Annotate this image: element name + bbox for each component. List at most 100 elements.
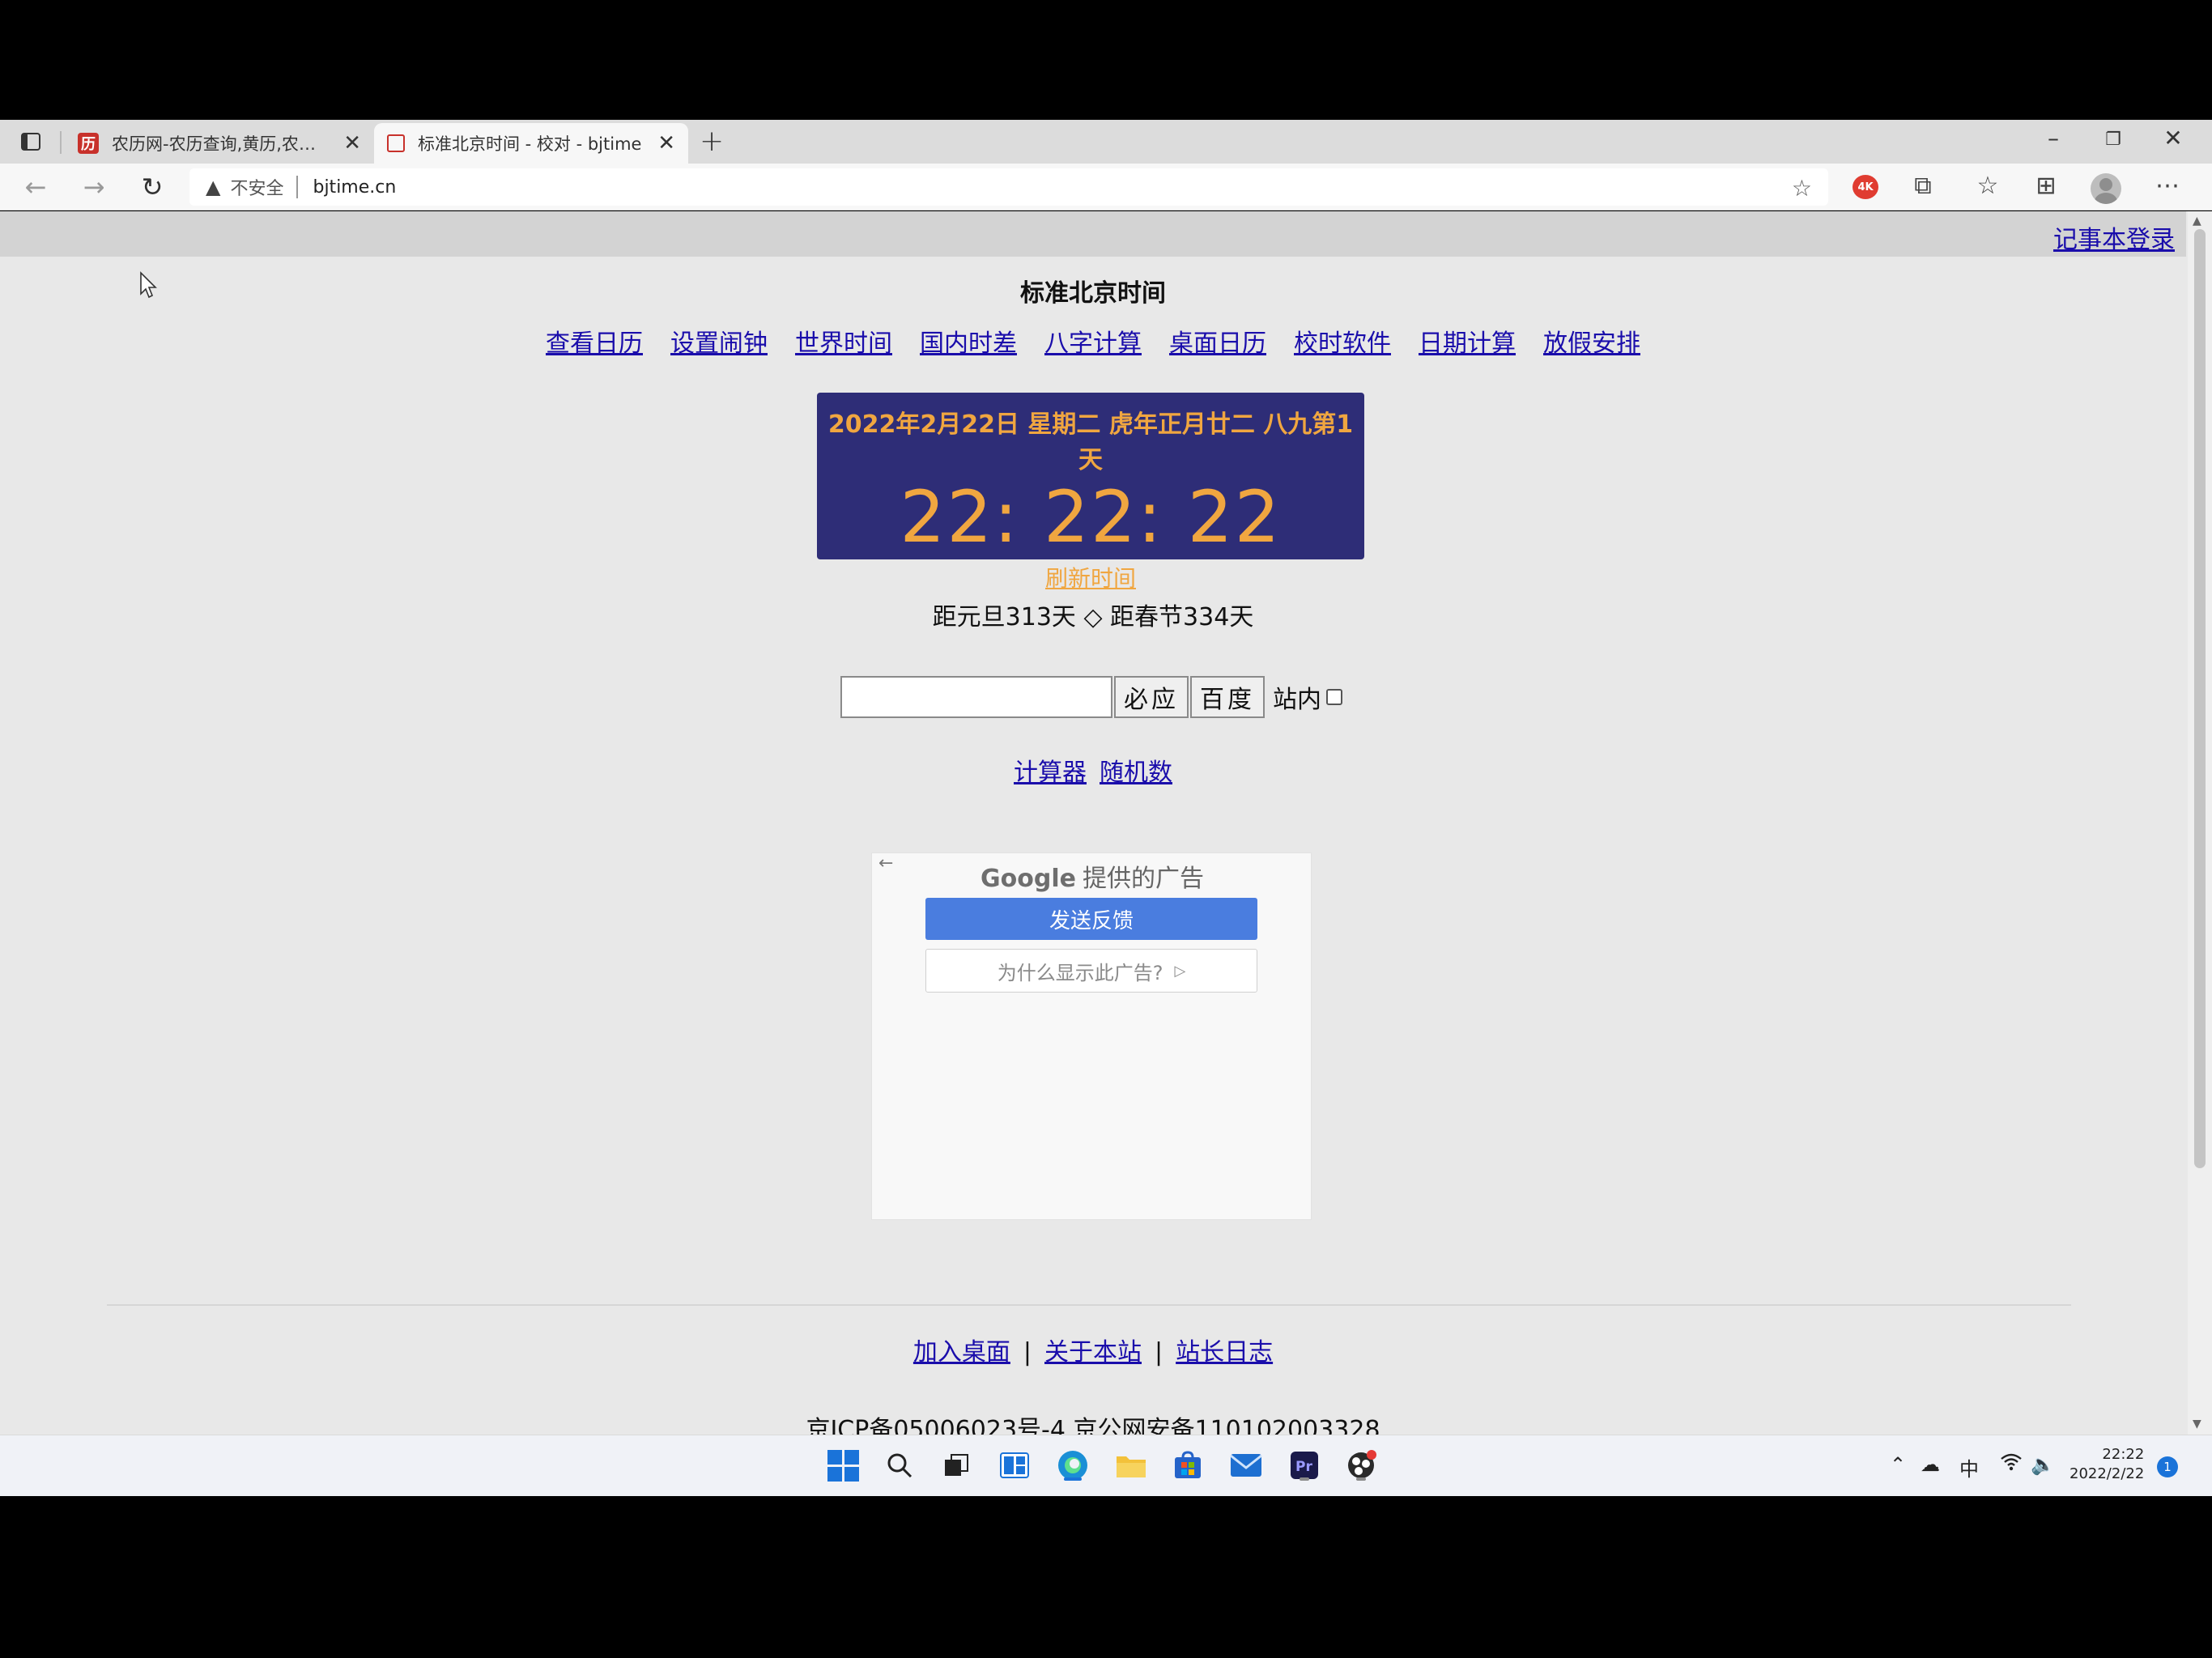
site-search-label: 站内 bbox=[1273, 686, 1321, 714]
nav-link-calendar[interactable]: 查看日历 bbox=[546, 323, 643, 359]
premiere-pro-icon[interactable]: Pr bbox=[1286, 1447, 1323, 1484]
widgets-icon[interactable] bbox=[996, 1447, 1033, 1484]
tab-separator bbox=[60, 131, 62, 154]
baidu-search-button[interactable]: 百度 bbox=[1190, 676, 1265, 718]
screen: 历 农历网-农历查询,黄历,农历日历, ✕ 标准北京时间 - 校对 - bjti… bbox=[0, 0, 2212, 1658]
google-wordmark: Google bbox=[981, 865, 1076, 893]
nav-link-time-sync-software[interactable]: 校时软件 bbox=[1294, 323, 1391, 359]
tab-title: 农历网-农历查询,黄历,农历日历, bbox=[112, 134, 333, 154]
system-time: 22:22 bbox=[2102, 1446, 2145, 1463]
search-form: 必应 百度 站内 bbox=[840, 676, 1342, 718]
scroll-up-icon[interactable]: ▲ bbox=[2193, 215, 2201, 227]
clock-favicon-icon bbox=[387, 134, 405, 152]
restore-icon[interactable]: ❐ bbox=[2089, 130, 2138, 150]
nav-link-domestic-diff[interactable]: 国内时差 bbox=[920, 323, 1017, 359]
refresh-time-link[interactable]: 刷新时间 bbox=[1045, 561, 1136, 593]
notebook-login-link[interactable]: 记事本登录 bbox=[2053, 219, 2175, 255]
collections-icon[interactable]: ⊞ bbox=[2027, 172, 2065, 200]
store-icon[interactable] bbox=[1169, 1447, 1206, 1484]
random-number-link[interactable]: 随机数 bbox=[1100, 752, 1172, 788]
extension-4k-icon[interactable]: 4K bbox=[1853, 175, 1878, 199]
site-nav: 查看日历 设置闹钟 世界时间 国内时差 八字计算 桌面日历 校时软件 日期计算 … bbox=[0, 323, 2186, 359]
window-close-icon[interactable]: ✕ bbox=[2149, 125, 2197, 151]
tab-bjtime[interactable]: 标准北京时间 - 校对 - bjtime ✕ bbox=[374, 123, 688, 164]
scrollbar-thumb[interactable] bbox=[2194, 229, 2206, 1168]
close-tab-icon[interactable]: ✕ bbox=[343, 131, 361, 155]
tab-nongli[interactable]: 历 农历网-农历查询,黄历,农历日历, ✕ bbox=[65, 123, 374, 164]
footer-links: 加入桌面 | 关于本站 | 站长日志 bbox=[0, 1332, 2186, 1367]
clock-time: 22: 22: 22 bbox=[900, 475, 1282, 559]
wifi-icon[interactable] bbox=[2000, 1453, 2023, 1476]
page-viewport: 记事本登录 标准北京时间 查看日历 设置闹钟 世界时间 国内时差 八字计算 桌面… bbox=[0, 211, 2212, 1435]
file-explorer-icon[interactable] bbox=[1112, 1447, 1150, 1484]
page-scrollbar[interactable]: ▲ ▼ bbox=[2188, 211, 2212, 1435]
browser-toolbar: ← → ↻ ▲ 不安全 bjtime.cn ☆ 4K ⧉ ☆ ⊞ ⋯ bbox=[0, 164, 2212, 210]
nav-link-world-time[interactable]: 世界时间 bbox=[795, 323, 892, 359]
obs-recorder-icon[interactable] bbox=[1342, 1447, 1380, 1484]
beijing-clock-panel: 2022年2月22日 星期二 虎年正月廿二 八九第1天 22: 22: 22 刷… bbox=[817, 393, 1364, 592]
top-strip: 记事本登录 bbox=[0, 211, 2186, 257]
holiday-countdown: 距元旦313天 ◇ 距春节334天 bbox=[932, 603, 1254, 631]
warning-icon: ▲ bbox=[206, 176, 221, 198]
site-search-checkbox[interactable] bbox=[1326, 689, 1342, 705]
show-hidden-icons-icon[interactable]: ⌃ bbox=[1890, 1453, 1906, 1476]
calculator-link[interactable]: 计算器 bbox=[1014, 752, 1087, 788]
profile-avatar-icon[interactable] bbox=[2091, 173, 2121, 204]
close-tab-icon[interactable]: ✕ bbox=[657, 131, 675, 155]
google-ad-frame: ← Google 提供的广告 发送反馈 为什么显示此广告? ▷ bbox=[871, 852, 1312, 1220]
search-icon[interactable] bbox=[881, 1447, 918, 1484]
nongli-favicon-icon: 历 bbox=[78, 133, 99, 154]
svg-text:Pr: Pr bbox=[1295, 1459, 1312, 1475]
favorites-icon[interactable]: ☆ bbox=[1969, 172, 2006, 200]
send-feedback-button[interactable]: 发送反馈 bbox=[925, 898, 1257, 940]
why-this-ad-button[interactable]: 为什么显示此广告? ▷ bbox=[925, 949, 1257, 993]
scroll-down-icon[interactable]: ▼ bbox=[2193, 1418, 2201, 1431]
icp-record: 京ICP备05006023号-4 京公网安备110102003328 bbox=[806, 1416, 1380, 1435]
why-this-ad-label: 为什么显示此广告? bbox=[997, 961, 1163, 984]
back-icon[interactable]: ← bbox=[19, 172, 52, 202]
refresh-icon[interactable]: ↻ bbox=[136, 172, 168, 202]
system-date: 2022/2/22 bbox=[2069, 1465, 2145, 1482]
footer-divider bbox=[107, 1304, 2071, 1306]
security-label: 不安全 bbox=[230, 179, 284, 199]
system-clock[interactable]: 22:22 2022/2/22 bbox=[2069, 1445, 2144, 1484]
nav-link-alarm[interactable]: 设置闹钟 bbox=[670, 323, 768, 359]
edge-browser-icon[interactable] bbox=[1054, 1447, 1091, 1484]
browser-tab-bar: 历 农历网-农历查询,黄历,农历日历, ✕ 标准北京时间 - 校对 - bjti… bbox=[0, 120, 2212, 164]
clock-date-line: 2022年2月22日 星期二 虎年正月廿二 八九第1天 bbox=[827, 410, 1354, 474]
ad-provided-label: 提供的广告 bbox=[1082, 865, 1204, 893]
url-separator bbox=[296, 176, 299, 198]
ad-header: Google 提供的广告 bbox=[872, 858, 1312, 894]
mail-icon[interactable] bbox=[1227, 1447, 1265, 1484]
minimize-icon[interactable]: – bbox=[2029, 125, 2078, 151]
footer-separator: | bbox=[1023, 1338, 1032, 1367]
onedrive-icon[interactable]: ☁ bbox=[1921, 1453, 1940, 1476]
footer-separator: | bbox=[1155, 1338, 1163, 1367]
task-view-icon[interactable] bbox=[938, 1447, 975, 1484]
start-icon[interactable] bbox=[824, 1447, 861, 1484]
webmaster-log-link[interactable]: 站长日志 bbox=[1176, 1338, 1273, 1367]
address-bar[interactable]: ▲ 不安全 bjtime.cn ☆ bbox=[189, 168, 1828, 206]
more-menu-icon[interactable]: ⋯ bbox=[2149, 172, 2186, 200]
windows-taskbar: Pr ⌃ ☁ 中 🔈 22:22 2022/2/22 1 bbox=[0, 1435, 2212, 1496]
notification-badge[interactable]: 1 bbox=[2157, 1456, 2178, 1477]
ime-indicator[interactable]: 中 bbox=[1959, 1453, 1979, 1482]
about-site-link[interactable]: 关于本站 bbox=[1044, 1338, 1142, 1367]
add-favorite-icon[interactable]: ☆ bbox=[1792, 175, 1812, 202]
search-input[interactable] bbox=[840, 676, 1112, 718]
nav-link-holidays[interactable]: 放假安排 bbox=[1543, 323, 1640, 359]
add-to-desktop-link[interactable]: 加入桌面 bbox=[913, 1338, 1010, 1367]
nav-link-desktop-calendar[interactable]: 桌面日历 bbox=[1169, 323, 1266, 359]
nav-link-date-calc[interactable]: 日期计算 bbox=[1419, 323, 1516, 359]
tab-title: 标准北京时间 - 校对 - bjtime bbox=[418, 134, 642, 154]
tab-actions-icon[interactable] bbox=[16, 128, 45, 155]
extensions-icon[interactable]: ⧉ bbox=[1904, 172, 1942, 200]
url-text[interactable]: bjtime.cn bbox=[313, 177, 396, 198]
new-tab-icon[interactable]: + bbox=[700, 125, 724, 158]
ad-choices-icon: ▷ bbox=[1174, 962, 1186, 980]
volume-icon[interactable]: 🔈 bbox=[2031, 1453, 2055, 1476]
forward-icon[interactable]: → bbox=[78, 172, 110, 202]
nav-link-bazi[interactable]: 八字计算 bbox=[1044, 323, 1142, 359]
page-title: 标准北京时间 bbox=[1020, 279, 1166, 308]
bing-search-button[interactable]: 必应 bbox=[1114, 676, 1189, 718]
